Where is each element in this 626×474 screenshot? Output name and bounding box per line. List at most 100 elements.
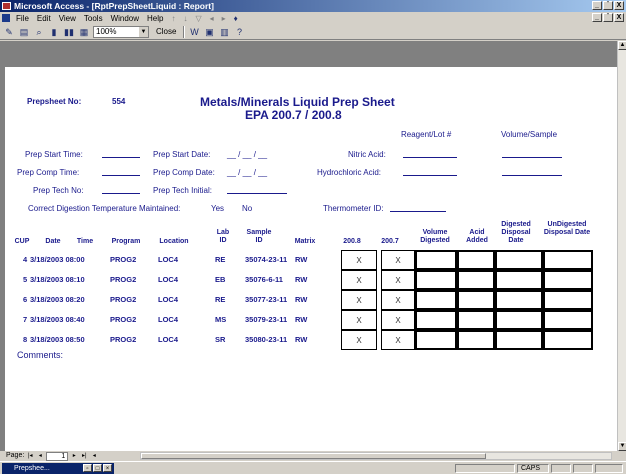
zoom-icon[interactable]: ⌕: [33, 26, 45, 38]
task-close-button[interactable]: ×: [103, 464, 112, 472]
row-cup: 4: [23, 255, 28, 264]
digested-disposal-box: [495, 290, 543, 310]
print-icon[interactable]: ▤: [18, 26, 30, 38]
row-sample-id: 35076-6-11: [245, 275, 283, 284]
task-restore-button[interactable]: ▫: [83, 464, 92, 472]
scroll-left-icon[interactable]: ◂: [90, 452, 98, 460]
scroll-up-icon[interactable]: ▲: [618, 41, 626, 50]
volume-digested-box: [415, 270, 457, 290]
help-icon[interactable]: ?: [233, 26, 245, 38]
row-200-8: X: [356, 256, 362, 265]
row-program: PROG2: [110, 315, 137, 324]
zoom-select[interactable]: 100% ▼: [93, 25, 149, 38]
menu-window[interactable]: Window: [107, 14, 143, 23]
sort-ascending-icon[interactable]: ↑: [167, 14, 179, 23]
num-indicator: [551, 464, 571, 473]
menu-bar: File Edit View Tools Window Help ↑ ↓ ▽ ◂…: [0, 12, 626, 24]
col-sample-id: Sample ID: [246, 229, 272, 244]
design-view-icon[interactable]: ✎: [3, 26, 15, 38]
prep-start-time-label: Prep Start Time:: [25, 150, 83, 159]
row-matrix: RW: [295, 295, 308, 304]
horizontal-scrollbar[interactable]: [140, 452, 612, 460]
menu-help[interactable]: Help: [143, 14, 167, 23]
volume-digested-box: [415, 290, 457, 310]
volume-digested-box: [415, 310, 457, 330]
nav-first-icon[interactable]: ◂: [206, 14, 218, 23]
acid-added-box: [457, 250, 495, 270]
prep-comp-date-blank: __ / __ / __: [227, 168, 268, 177]
menu-tools[interactable]: Tools: [80, 14, 107, 23]
report-doc-icon[interactable]: [2, 14, 10, 22]
col-time: Time: [76, 238, 94, 245]
doc-close-button[interactable]: X: [614, 13, 624, 22]
row-200-7: X: [395, 336, 401, 345]
col-cup: CUP: [14, 238, 30, 245]
prepsheet-no: 554: [112, 97, 126, 106]
nav-next-icon[interactable]: ▸: [218, 14, 230, 23]
acid-added-box: [457, 330, 495, 350]
find-icon[interactable]: ♦: [230, 14, 242, 23]
first-page-icon[interactable]: |◂: [26, 452, 34, 460]
next-page-icon[interactable]: ▸: [70, 452, 78, 460]
table-row: 8 3/18/2003 08:50 PROG2 LOC4 SR 35080-23…: [5, 330, 617, 350]
prep-start-time-blank: [102, 157, 140, 158]
scroll-thumb[interactable]: [141, 453, 486, 459]
prep-comp-date-label: Prep Comp Date:: [153, 168, 215, 177]
close-preview-button[interactable]: Close: [152, 25, 181, 38]
row-cup: 7: [23, 315, 28, 324]
prep-comp-time-label: Prep Comp Time:: [17, 168, 80, 177]
thermometer-id-label: Thermometer ID:: [323, 204, 384, 213]
task-maximize-button[interactable]: □: [93, 464, 102, 472]
last-page-icon[interactable]: ▸|: [80, 452, 88, 460]
chevron-down-icon[interactable]: ▼: [139, 26, 148, 37]
doc-minimize-button[interactable]: _: [592, 13, 602, 22]
col-200-8: 200.8: [343, 238, 361, 245]
vertical-scrollbar[interactable]: ▲ ▼: [617, 41, 626, 451]
scroll-down-icon[interactable]: ▼: [618, 442, 626, 451]
window-titlebar[interactable]: Microsoft Access - [RptPrepSheetLiquid :…: [0, 0, 626, 12]
digestion-no: No: [242, 204, 253, 213]
access-app-icon[interactable]: [2, 2, 11, 10]
col-200-7: 200.7: [381, 238, 399, 245]
row-cup: 5: [23, 275, 28, 284]
print-preview-toolbar: ✎ ▤ ⌕ ▮ ▮▮ ▦ 100% ▼ Close W ▣ ▥ ?: [0, 24, 626, 40]
col-location: Location: [159, 238, 189, 245]
minimize-button[interactable]: _: [592, 1, 602, 10]
nitric-acid-label: Nitric Acid:: [348, 150, 386, 159]
page-navigation-bar: Page: |◂ ◂ 1 ▸ ▸| ◂: [0, 451, 626, 461]
volume-digested-box: [415, 250, 457, 270]
report-title: Metals/Minerals Liquid Prep Sheet: [200, 95, 395, 109]
maximize-button[interactable]: ̄: [603, 1, 613, 10]
menu-file[interactable]: File: [12, 14, 33, 23]
table-row: 7 3/18/2003 08:40 PROG2 LOC4 MS 35079-23…: [5, 310, 617, 330]
table-row: 6 3/18/2003 08:20 PROG2 LOC4 RE 35077-23…: [5, 290, 617, 310]
minimized-prepsheet-task[interactable]: Prepshee... ▫ □ ×: [2, 463, 114, 474]
prev-page-icon[interactable]: ◂: [36, 452, 44, 460]
col-lab-id: Lab ID: [216, 229, 230, 244]
doc-restore-button[interactable]: ̄: [603, 13, 613, 22]
menu-edit[interactable]: Edit: [33, 14, 55, 23]
col-volume-digested: Volume Digested: [420, 229, 450, 244]
digestion-yes: Yes: [211, 204, 225, 213]
filter-icon[interactable]: ▽: [191, 14, 205, 23]
new-object-icon[interactable]: ▥: [218, 26, 230, 38]
table-row: 4 3/18/2003 08:00 PROG2 LOC4 RE 35074-23…: [5, 250, 617, 270]
sort-descending-icon[interactable]: ↓: [179, 14, 191, 23]
row-lab-id: RE: [215, 295, 226, 304]
two-pages-icon[interactable]: ▮▮: [63, 26, 75, 38]
office-links-icon[interactable]: W: [188, 26, 200, 38]
close-window-button[interactable]: X: [614, 1, 624, 10]
col-program: Program: [111, 238, 141, 245]
bottom-status-bar: Prepshee... ▫ □ × CAPS: [0, 461, 626, 474]
col-acid-added: Acid Added: [466, 229, 488, 244]
menu-view[interactable]: View: [55, 14, 80, 23]
multiple-pages-icon[interactable]: ▦: [78, 26, 90, 38]
database-window-icon[interactable]: ▣: [203, 26, 215, 38]
one-page-icon[interactable]: ▮: [48, 26, 60, 38]
row-cup: 8: [23, 335, 28, 344]
row-sample-id: 35079-23-11: [245, 315, 288, 324]
row-lab-id: SR: [215, 335, 226, 344]
zoom-value: 100%: [96, 26, 117, 36]
page-number-input[interactable]: 1: [46, 451, 69, 461]
nitric-volume-blank: [502, 157, 562, 158]
